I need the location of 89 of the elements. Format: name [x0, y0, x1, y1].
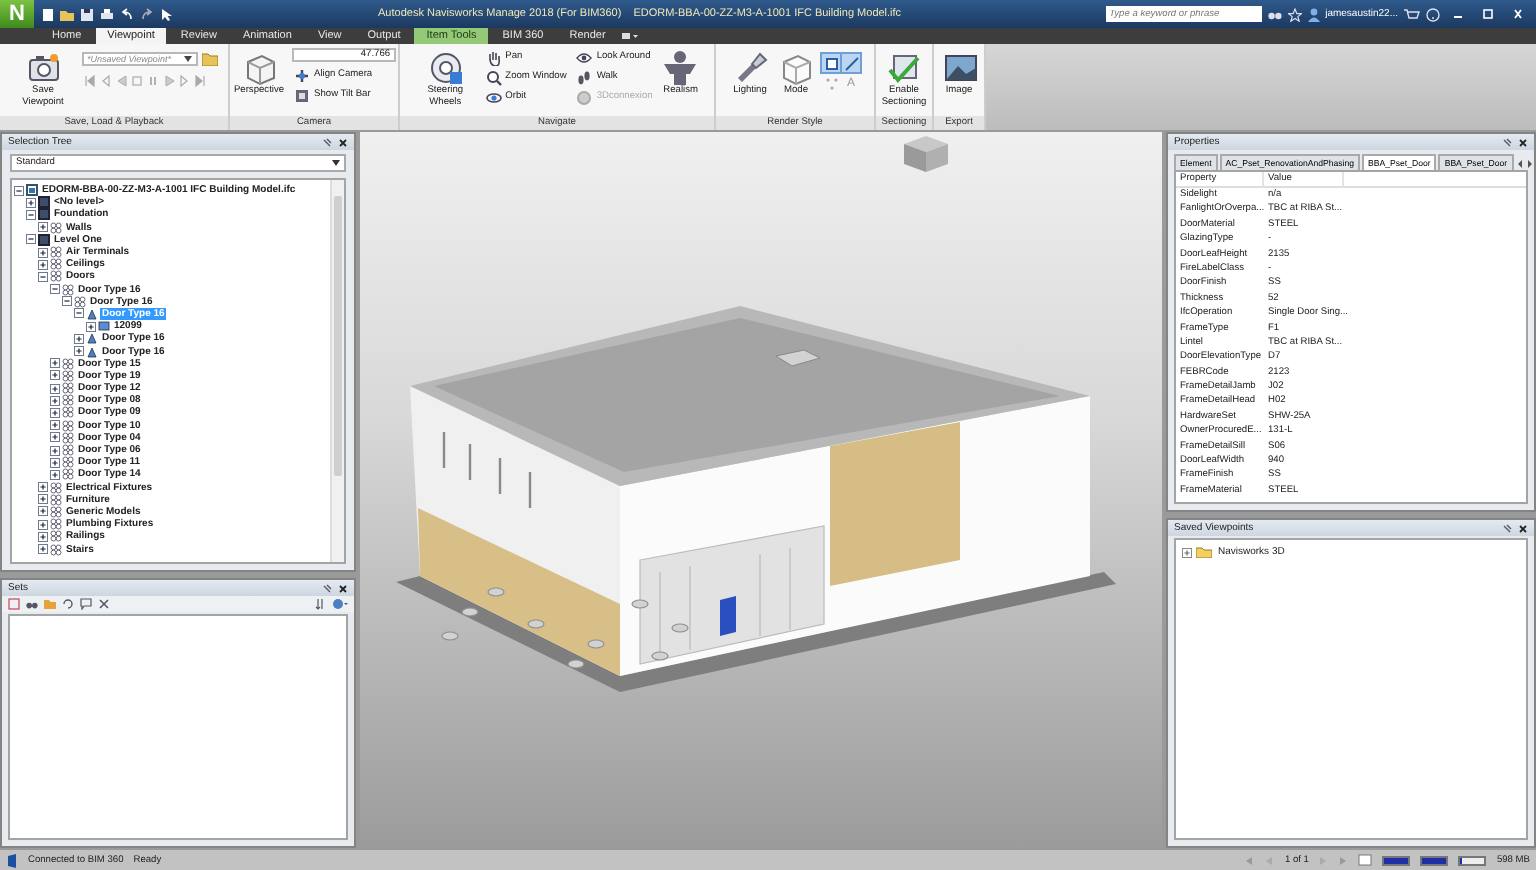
- save-icon[interactable]: [80, 7, 94, 21]
- document-icon: [26, 184, 38, 197]
- expand-toggle[interactable]: [38, 482, 48, 493]
- camera-icon: [25, 50, 61, 86]
- help-icon[interactable]: [1426, 7, 1440, 21]
- diagonal-line-icon: [843, 55, 859, 71]
- person-icon: [662, 50, 699, 86]
- geometry-icon: [98, 320, 110, 333]
- wheel-icon: [427, 50, 464, 86]
- magnifier-icon: [485, 69, 502, 85]
- expand-toggle[interactable]: [26, 209, 36, 220]
- folder-icon: [1196, 546, 1212, 558]
- render-toggle[interactable]: [822, 54, 840, 72]
- render-toggle[interactable]: [842, 54, 860, 72]
- arrow-left-icon[interactable]: [1515, 158, 1524, 170]
- close-icon[interactable]: [1518, 137, 1528, 147]
- cube-icon: [241, 50, 277, 86]
- hand-icon: [485, 49, 502, 65]
- pin-icon[interactable]: [322, 137, 332, 147]
- expand-toggle[interactable]: [50, 445, 60, 456]
- tilt-bar-icon: [294, 87, 311, 103]
- cart-icon[interactable]: [1404, 7, 1420, 21]
- redo-icon[interactable]: [140, 7, 154, 21]
- cursor-icon[interactable]: [160, 7, 174, 21]
- expand-toggle[interactable]: [38, 544, 48, 555]
- undo-icon[interactable]: [120, 7, 134, 21]
- expand-toggle[interactable]: [50, 432, 60, 443]
- expand-toggle[interactable]: [38, 222, 48, 233]
- expand-toggle[interactable]: [62, 296, 72, 307]
- close-icon[interactable]: [338, 137, 348, 147]
- expand-toggle[interactable]: [50, 420, 60, 431]
- user-icon[interactable]: [1307, 7, 1320, 21]
- expand-toggle[interactable]: [26, 234, 36, 245]
- expand-toggle[interactable]: [38, 247, 48, 258]
- expand-toggle[interactable]: [50, 370, 60, 381]
- binoculars-icon[interactable]: [1267, 8, 1282, 20]
- eye-icon: [576, 49, 593, 65]
- sheet-icon[interactable]: [1358, 854, 1373, 866]
- expand-toggle[interactable]: [74, 346, 84, 357]
- expand-toggle[interactable]: [50, 469, 60, 480]
- pin-icon[interactable]: [322, 583, 332, 593]
- printer-icon[interactable]: [100, 7, 114, 21]
- pin-icon[interactable]: [1502, 137, 1512, 147]
- expand-toggle[interactable]: [50, 284, 60, 295]
- close-icon[interactable]: [338, 583, 348, 593]
- landscape-image-icon: [941, 50, 977, 86]
- expand-toggle[interactable]: [50, 407, 60, 418]
- pin-icon[interactable]: [1502, 523, 1512, 533]
- new-file-icon[interactable]: [40, 7, 54, 21]
- scrollbar[interactable]: [330, 180, 344, 562]
- expand-toggle[interactable]: [50, 358, 60, 369]
- knob-icon: [576, 89, 593, 105]
- expand-toggle[interactable]: [14, 185, 24, 196]
- expand-toggle[interactable]: [50, 457, 60, 468]
- expand-toggle[interactable]: [26, 197, 36, 208]
- binoculars-icon[interactable]: [26, 598, 38, 610]
- expand-toggle[interactable]: [38, 494, 48, 505]
- caret-icon: [332, 160, 340, 166]
- expand-toggle[interactable]: [74, 333, 84, 344]
- section-box-icon: [886, 50, 922, 86]
- expand-toggle[interactable]: [1182, 547, 1192, 557]
- refresh-icon[interactable]: [62, 598, 74, 610]
- dropdown-icon[interactable]: [619, 28, 640, 44]
- footprints-icon: [576, 69, 593, 85]
- expand-toggle[interactable]: [86, 321, 96, 332]
- expand-toggle[interactable]: [38, 259, 48, 270]
- solid-box-icon: [823, 55, 839, 71]
- cube-icon: [778, 50, 814, 86]
- delete-icon[interactable]: [98, 598, 110, 610]
- sort-icon[interactable]: [314, 598, 326, 610]
- render-toggle[interactable]: [822, 74, 840, 92]
- star-icon[interactable]: [1287, 7, 1302, 21]
- caret-icon: [183, 56, 191, 62]
- import-export-icon[interactable]: [332, 598, 348, 610]
- expand-toggle[interactable]: [38, 519, 48, 530]
- orbit-icon: [485, 89, 502, 105]
- save-selection-icon[interactable]: [8, 598, 20, 610]
- move-arrows-icon: [294, 67, 311, 83]
- expand-toggle[interactable]: [38, 506, 48, 517]
- expand-toggle[interactable]: [50, 383, 60, 394]
- arrow-right-icon[interactable]: [1525, 158, 1534, 170]
- expand-toggle[interactable]: [50, 395, 60, 406]
- dots-icon: [823, 75, 839, 91]
- expand-toggle[interactable]: [74, 308, 84, 319]
- close-icon[interactable]: [1518, 523, 1528, 533]
- comment-icon[interactable]: [80, 598, 92, 610]
- expand-toggle[interactable]: [38, 531, 48, 542]
- folder-icon[interactable]: [60, 7, 74, 21]
- expand-toggle[interactable]: [38, 271, 48, 282]
